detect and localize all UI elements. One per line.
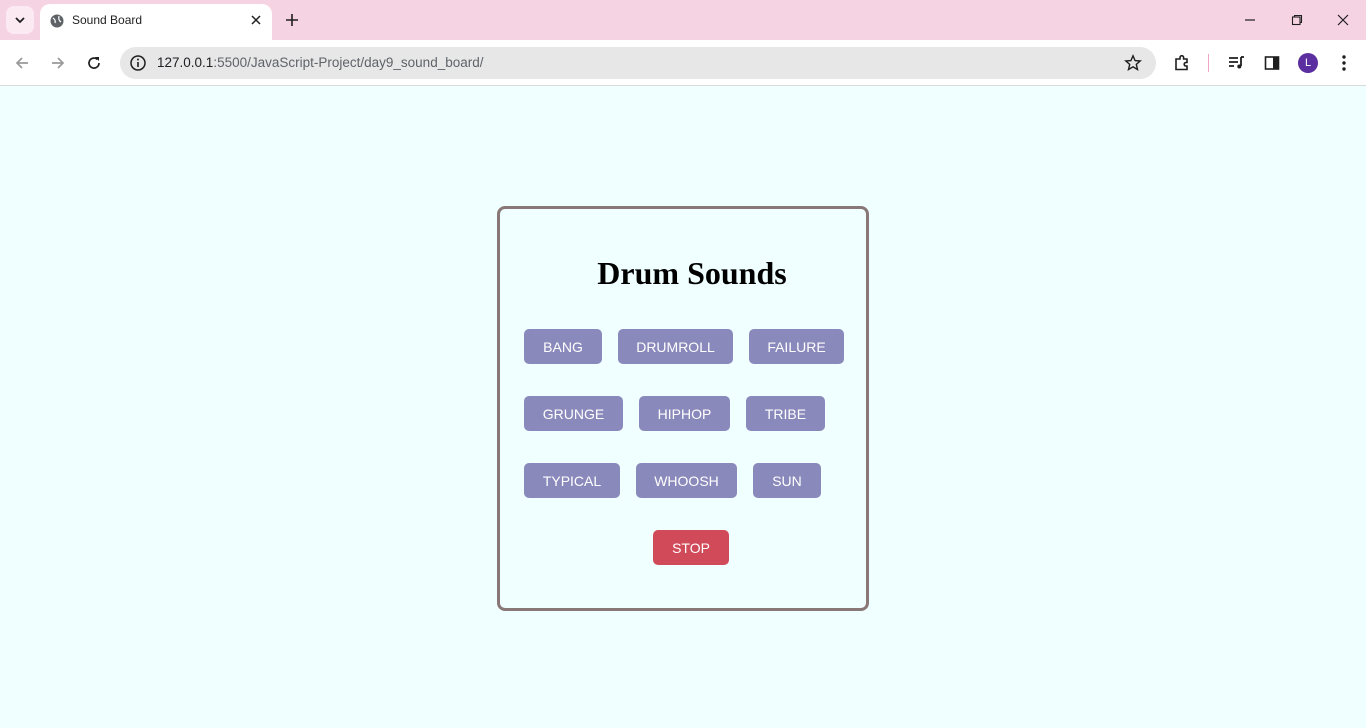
star-icon[interactable] bbox=[1124, 54, 1142, 72]
restore-icon bbox=[1291, 14, 1303, 26]
chevron-down-icon bbox=[15, 17, 25, 24]
new-tab-button[interactable] bbox=[280, 8, 304, 32]
sound-button-failure[interactable]: FAILURE bbox=[749, 329, 844, 364]
sound-button-bang[interactable]: BANG bbox=[524, 329, 602, 364]
menu-button[interactable] bbox=[1333, 52, 1355, 74]
tab-sound-board[interactable]: Sound Board bbox=[40, 4, 272, 40]
back-button[interactable] bbox=[8, 49, 36, 77]
forward-button[interactable] bbox=[44, 49, 72, 77]
browser-toolbar: 127.0.0.1:5500/JavaScript-Project/day9_s… bbox=[0, 40, 1366, 86]
site-info-icon[interactable] bbox=[129, 54, 147, 72]
tab-close-button[interactable] bbox=[248, 12, 264, 28]
close-window-button[interactable] bbox=[1331, 8, 1355, 32]
profile-avatar[interactable]: L bbox=[1298, 53, 1318, 73]
sound-button-drumroll[interactable]: DRUMROLL bbox=[618, 329, 733, 364]
extensions-button[interactable] bbox=[1171, 52, 1193, 74]
page-title: Drum Sounds bbox=[597, 255, 787, 291]
plus-icon bbox=[286, 14, 298, 26]
queue-music-icon bbox=[1229, 56, 1244, 69]
media-controls-button[interactable] bbox=[1225, 52, 1247, 74]
reload-icon bbox=[88, 57, 100, 69]
sound-button-typical[interactable]: TYPICAL bbox=[524, 463, 620, 498]
arrow-left-icon bbox=[15, 57, 28, 69]
tab-strip: Sound Board bbox=[0, 0, 1366, 40]
url-text[interactable]: 127.0.0.1:5500/JavaScript-Project/day9_s… bbox=[157, 55, 483, 70]
sound-button-hiphop[interactable]: HIPHOP bbox=[639, 396, 730, 431]
puzzle-icon bbox=[1175, 54, 1188, 71]
close-icon bbox=[251, 15, 261, 25]
tab-search-button[interactable] bbox=[6, 6, 34, 34]
url-host: 127.0.0.1 bbox=[157, 55, 214, 70]
restore-button[interactable] bbox=[1285, 8, 1309, 32]
reload-button[interactable] bbox=[80, 49, 108, 77]
minimize-icon bbox=[1245, 19, 1255, 21]
minimize-button[interactable] bbox=[1238, 8, 1262, 32]
tab-title: Sound Board bbox=[72, 13, 143, 27]
side-panel-button[interactable] bbox=[1261, 52, 1283, 74]
sound-button-grunge[interactable]: GRUNGE bbox=[524, 396, 623, 431]
sound-board-card: Drum Sounds BANG DRUMROLL FAILURE GRUNGE… bbox=[497, 206, 869, 611]
stop-button[interactable]: STOP bbox=[653, 530, 729, 565]
sound-button-sun[interactable]: SUN bbox=[753, 463, 821, 498]
close-icon bbox=[1337, 14, 1349, 26]
more-vert-icon bbox=[1342, 55, 1346, 71]
sound-button-whoosh[interactable]: WHOOSH bbox=[636, 463, 737, 498]
globe-icon bbox=[50, 14, 64, 28]
arrow-right-icon bbox=[52, 57, 65, 69]
toolbar-divider bbox=[1208, 54, 1209, 72]
side-panel-icon bbox=[1264, 56, 1280, 70]
sound-button-tribe[interactable]: TRIBE bbox=[746, 396, 825, 431]
address-bar[interactable]: 127.0.0.1:5500/JavaScript-Project/day9_s… bbox=[120, 47, 1156, 79]
url-path: :5500/JavaScript-Project/day9_sound_boar… bbox=[213, 55, 484, 70]
